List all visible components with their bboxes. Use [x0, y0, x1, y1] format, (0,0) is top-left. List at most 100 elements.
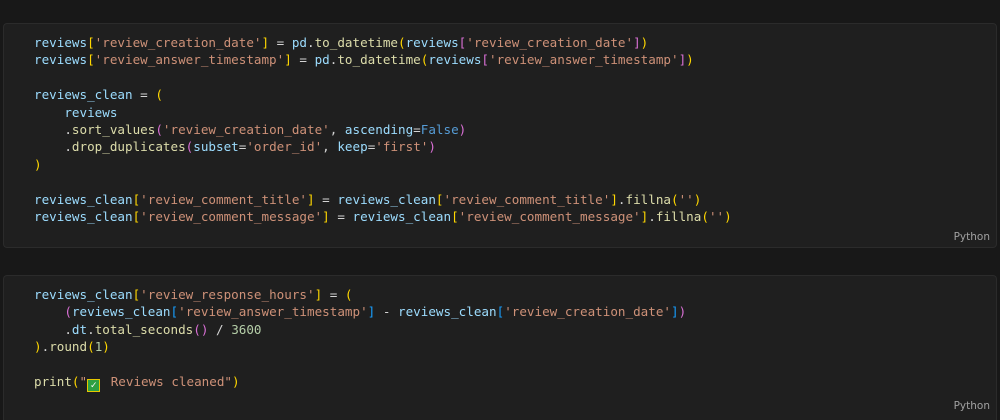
code-token: ): [686, 52, 694, 68]
code-token: fillna: [625, 191, 672, 207]
code-token: dt: [71, 321, 88, 337]
code-token: reviews_clean: [337, 191, 436, 207]
code-token: 'review_comment_title': [140, 191, 307, 207]
code-line: reviews['review_creation_date'] = pd.to_…: [34, 34, 732, 51]
code-token: to_datetime: [314, 35, 398, 50]
check-mark-emoji: ✓: [87, 378, 101, 392]
code-token: ): [458, 121, 467, 137]
code-token: reviews_clean: [71, 304, 171, 320]
code-token: [: [87, 52, 95, 68]
code-token: -: [375, 304, 399, 320]
code-token: pd: [291, 35, 307, 50]
code-line: reviews_clean['review_comment_message'] …: [34, 208, 732, 225]
code-token: /: [208, 321, 232, 337]
code-token: .: [34, 321, 72, 337]
code-token: 'review_creation_date': [466, 35, 634, 50]
code-token: 'review_answer_timestamp': [178, 304, 368, 320]
code-token: 'review_comment_message': [458, 208, 641, 224]
code-token: ": [79, 373, 88, 389]
code-token: reviews_clean: [34, 287, 133, 302]
code-token: reviews: [34, 35, 88, 50]
cell-language-label[interactable]: Python: [954, 231, 990, 243]
code-token: reviews: [34, 52, 88, 68]
code-line: reviews_clean['review_response_hours'] =…: [34, 286, 686, 303]
code-token: drop_duplicates: [71, 139, 186, 155]
code-token: round: [49, 339, 88, 355]
code-token: 'review_creation_date': [504, 304, 671, 320]
code-token: .: [648, 208, 656, 224]
code-token: reviews: [428, 52, 482, 68]
code-token: total_seconds: [94, 321, 194, 337]
code-token: ): [232, 373, 240, 389]
code-token: keep: [337, 139, 368, 155]
code-token: ): [693, 191, 702, 207]
code-token: reviews: [64, 104, 118, 120]
code-token: ): [724, 208, 732, 224]
code-token: 'order_id': [246, 139, 323, 155]
code-token: ]: [633, 35, 641, 50]
code-token: ascending: [344, 121, 414, 137]
code-editor[interactable]: reviews['review_creation_date'] = pd.to_…: [34, 34, 732, 225]
code-token: =: [413, 121, 421, 137]
code-token: 'review_answer_timestamp': [94, 52, 285, 68]
code-token: [: [170, 304, 179, 320]
code-token: print: [34, 373, 72, 389]
code-line: .sort_values('review_creation_date', asc…: [34, 121, 732, 138]
code-token: (: [71, 373, 80, 389]
code-token: (: [87, 339, 95, 355]
code-token: =: [314, 191, 338, 207]
code-token: [: [481, 52, 490, 68]
code-token: =: [269, 35, 292, 50]
code-token: (): [193, 321, 209, 337]
code-token: ): [428, 139, 436, 155]
code-token: [: [435, 191, 444, 207]
code-cell-2[interactable]: reviews_clean['review_response_hours'] =…: [3, 275, 997, 420]
code-token: ,: [329, 121, 345, 137]
code-line: .dt.total_seconds() / 3600: [34, 321, 686, 338]
code-token: subset: [193, 139, 239, 155]
code-token: reviews_clean: [398, 304, 497, 320]
notebook: reviews['review_creation_date'] = pd.to_…: [0, 0, 1000, 420]
code-token: 'review_creation_date': [94, 35, 262, 50]
code-token: [: [451, 208, 459, 224]
code-editor[interactable]: reviews_clean['review_response_hours'] =…: [34, 286, 686, 392]
code-token: =: [322, 287, 345, 302]
code-token: ): [34, 339, 42, 355]
code-token: 'review_comment_title': [443, 191, 611, 207]
code-line: reviews: [34, 104, 732, 121]
code-token: ): [640, 35, 649, 50]
code-token: (: [64, 304, 72, 320]
code-token: 'review_creation_date': [162, 121, 330, 137]
code-token: =: [329, 208, 353, 224]
code-token: '': [708, 208, 725, 224]
code-token: (: [671, 191, 679, 207]
code-token: sort_values: [71, 121, 156, 137]
code-token: (: [398, 35, 406, 50]
code-token: '': [678, 191, 694, 207]
code-token: (: [155, 121, 163, 137]
code-cell-1[interactable]: reviews['review_creation_date'] = pd.to_…: [3, 23, 997, 248]
code-line: (reviews_clean['review_answer_timestamp'…: [34, 303, 686, 320]
code-token: (: [155, 87, 163, 103]
code-token: ]: [261, 35, 270, 50]
code-token: ,: [322, 139, 338, 155]
code-token: 'first': [375, 139, 429, 155]
cell-language-label[interactable]: Python: [954, 400, 990, 412]
code-token: .: [34, 139, 72, 155]
code-token: .: [87, 321, 95, 337]
code-token: (: [344, 287, 353, 302]
code-token: 'review_response_hours': [140, 287, 315, 302]
code-token: pd: [314, 52, 330, 68]
code-token: 'review_comment_message': [140, 208, 323, 224]
code-token: .: [307, 35, 315, 50]
code-token: ]: [610, 191, 618, 207]
code-line: ).round(1): [34, 338, 686, 355]
code-token: reviews: [405, 35, 459, 50]
code-token: Reviews cleaned": [103, 373, 233, 389]
code-token: ): [34, 156, 42, 172]
code-token: ]: [671, 304, 679, 320]
code-line: print(" ✓ Reviews cleaned"): [34, 373, 686, 392]
